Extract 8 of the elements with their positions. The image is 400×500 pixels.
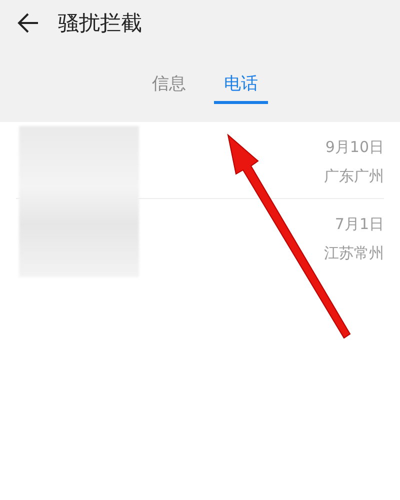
back-icon[interactable] — [16, 12, 40, 34]
call-date: 7月1日 — [334, 215, 384, 234]
page-title: 骚扰拦截 — [58, 10, 142, 37]
call-date: 9月10日 — [325, 138, 384, 157]
call-location: 广东广州 — [324, 167, 384, 186]
tab[interactable]: 电话 — [214, 72, 268, 104]
tab[interactable]: 信息 — [142, 72, 196, 104]
call-location: 江苏常州 — [324, 244, 384, 263]
